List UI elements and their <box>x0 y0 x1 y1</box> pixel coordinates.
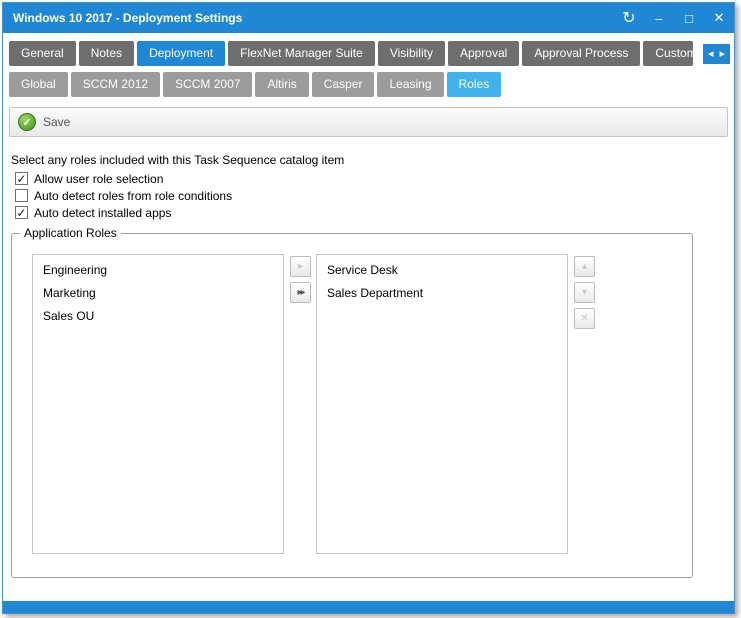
list-item[interactable]: Sales Department <box>317 282 567 305</box>
window-controls: ↻ – □ ✕ <box>614 3 734 33</box>
minimize-icon: – <box>655 11 662 26</box>
tab-custom[interactable]: Custom <box>643 41 693 66</box>
refresh-icon: ↻ <box>622 8 635 28</box>
assigned-roles-list[interactable]: Service DeskSales Department <box>316 254 568 554</box>
checkbox-auto-detect-installed-apps[interactable]: ✓ <box>15 206 28 219</box>
maximize-button[interactable]: □ <box>674 3 704 33</box>
refresh-button[interactable]: ↻ <box>614 3 644 33</box>
tab-flexnet-manager-suite[interactable]: FlexNet Manager Suite <box>228 41 375 66</box>
subtab-leasing[interactable]: Leasing <box>377 72 443 97</box>
available-roles-list[interactable]: EngineeringMarketingSales OU <box>32 254 284 554</box>
move-up-button[interactable]: ▴ <box>574 256 595 277</box>
subtab-roles[interactable]: Roles <box>447 72 502 97</box>
group-title: Application Roles <box>20 226 121 240</box>
checkbox-row: ✓ Allow user role selection <box>15 170 734 187</box>
scroll-left-icon[interactable]: ◂ <box>708 47 714 60</box>
transfer-buttons: ▸ ▸▸ <box>290 256 311 303</box>
subtab-sccm-2007[interactable]: SCCM 2007 <box>163 72 252 97</box>
application-roles-group: Application Roles EngineeringMarketingSa… <box>11 233 693 578</box>
instruction-text: Select any roles included with this Task… <box>11 153 734 167</box>
list-item[interactable]: Marketing <box>33 282 283 305</box>
move-all-right-icon: ▸▸ <box>297 287 303 298</box>
window-title: Windows 10 2017 - Deployment Settings <box>3 11 614 25</box>
checkbox-label: Auto detect roles from role conditions <box>34 189 232 203</box>
tab-approval-process[interactable]: Approval Process <box>522 41 640 66</box>
primary-tabs: GeneralNotesDeploymentFlexNet Manager Su… <box>9 41 703 66</box>
checkbox-allow-user-role-selection[interactable]: ✓ <box>15 172 28 185</box>
tab-deployment[interactable]: Deployment <box>137 41 225 66</box>
bottom-status-strip <box>3 601 734 613</box>
maximize-icon: □ <box>685 11 693 26</box>
list-item[interactable]: Engineering <box>33 259 283 282</box>
tab-notes[interactable]: Notes <box>79 41 134 66</box>
move-right-icon: ▸ <box>298 261 303 272</box>
move-all-right-button[interactable]: ▸▸ <box>290 282 311 303</box>
checkbox-label: Allow user role selection <box>34 172 163 186</box>
minimize-button[interactable]: – <box>644 3 674 33</box>
deployment-settings-window: Windows 10 2017 - Deployment Settings ↻ … <box>2 2 735 614</box>
scroll-right-icon[interactable]: ▸ <box>719 47 725 60</box>
subtab-sccm-2012[interactable]: SCCM 2012 <box>71 72 160 97</box>
delete-icon: ✕ <box>580 313 588 324</box>
checkbox-group: ✓ Allow user role selection Auto detect ro… <box>15 170 734 221</box>
save-button-label: Save <box>43 115 70 129</box>
primary-tab-strip: GeneralNotesDeploymentFlexNet Manager Su… <box>9 41 730 66</box>
down-icon: ▾ <box>582 287 587 298</box>
list-item[interactable]: Sales OU <box>33 305 283 328</box>
move-down-button[interactable]: ▾ <box>574 282 595 303</box>
subtab-altiris[interactable]: Altiris <box>255 72 308 97</box>
tab-scroll-control[interactable]: ◂ ▸ <box>703 44 730 64</box>
up-icon: ▴ <box>582 261 587 272</box>
tab-general[interactable]: General <box>9 41 76 66</box>
subtab-casper[interactable]: Casper <box>312 72 375 97</box>
close-button[interactable]: ✕ <box>704 3 734 33</box>
checkbox-label: Auto detect installed apps <box>34 206 171 220</box>
titlebar: Windows 10 2017 - Deployment Settings ↻ … <box>3 3 734 33</box>
save-check-icon: ✓ <box>18 113 36 131</box>
close-icon: ✕ <box>714 10 725 26</box>
secondary-tab-strip: GlobalSCCM 2012SCCM 2007AltirisCasperLea… <box>9 72 730 97</box>
move-right-button[interactable]: ▸ <box>290 256 311 277</box>
list-item[interactable]: Service Desk <box>317 259 567 282</box>
subtab-global[interactable]: Global <box>9 72 68 97</box>
checkbox-row: Auto detect roles from role conditions <box>15 187 734 204</box>
tab-approval[interactable]: Approval <box>448 41 519 66</box>
checkbox-row: ✓ Auto detect installed apps <box>15 204 734 221</box>
toolbar: ✓ Save <box>9 107 728 137</box>
list-action-buttons: ▴ ▾ ✕ <box>574 256 595 329</box>
delete-button[interactable]: ✕ <box>574 308 595 329</box>
checkbox-auto-detect-roles-from-role-conditions[interactable] <box>15 189 28 202</box>
secondary-tabs: GlobalSCCM 2012SCCM 2007AltirisCasperLea… <box>9 72 730 97</box>
save-button[interactable]: ✓ Save <box>18 113 70 131</box>
tab-visibility[interactable]: Visibility <box>378 41 445 66</box>
